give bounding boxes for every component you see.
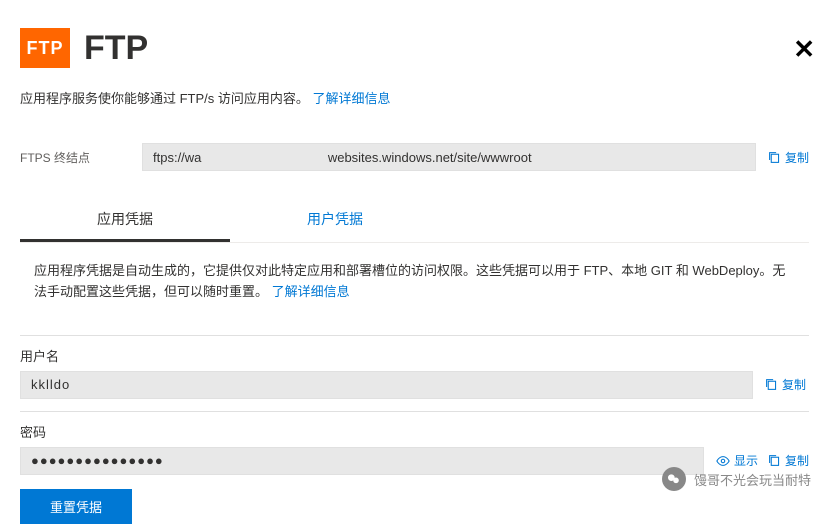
credentials-learn-more-link[interactable]: 了解详细信息 (272, 284, 350, 299)
ftps-endpoint-input[interactable] (142, 143, 756, 171)
wechat-icon (662, 467, 686, 491)
copy-icon (765, 378, 778, 391)
password-label: 密码 (20, 422, 809, 441)
copy-icon (768, 151, 781, 164)
tab-app-credentials[interactable]: 应用凭据 (20, 199, 230, 242)
divider (20, 411, 809, 412)
credentials-description-text: 应用程序凭据是自动生成的，它提供仅对此特定应用和部署槽位的访问权限。这些凭据可以… (34, 263, 785, 299)
credentials-description: 应用程序凭据是自动生成的，它提供仅对此特定应用和部署槽位的访问权限。这些凭据可以… (20, 261, 809, 323)
eye-icon (716, 454, 730, 468)
watermark: 馒哥不光会玩当耐特 (662, 467, 811, 491)
password-input[interactable] (20, 447, 704, 475)
close-icon[interactable]: ✕ (793, 36, 815, 62)
page-description: 应用程序服务使你能够通过 FTP/s 访问应用内容。 了解详细信息 (20, 88, 809, 107)
copy-label: 复制 (782, 376, 806, 393)
tab-user-credentials[interactable]: 用户凭据 (230, 199, 440, 242)
username-label: 用户名 (20, 346, 809, 365)
divider (20, 335, 809, 336)
page-header: FTP FTP (20, 28, 809, 68)
username-section: 用户名 复制 (20, 346, 809, 399)
ftps-endpoint-label: FTPS 终结点 (20, 149, 130, 166)
ftps-endpoint-row: FTPS 终结点 复制 (20, 143, 809, 171)
copy-endpoint-button[interactable]: 复制 (768, 149, 809, 166)
credentials-tabs: 应用凭据 用户凭据 (20, 199, 809, 243)
ftp-logo-icon: FTP (20, 28, 70, 68)
description-text: 应用程序服务使你能够通过 FTP/s 访问应用内容。 (20, 91, 309, 106)
username-input[interactable] (20, 371, 753, 399)
page-title: FTP (84, 29, 148, 68)
reset-credentials-button[interactable]: 重置凭据 (20, 489, 132, 524)
copy-username-button[interactable]: 复制 (765, 376, 806, 393)
watermark-text: 馒哥不光会玩当耐特 (694, 470, 811, 489)
learn-more-link[interactable]: 了解详细信息 (313, 91, 391, 106)
copy-label: 复制 (785, 149, 809, 166)
copy-icon (768, 454, 781, 467)
